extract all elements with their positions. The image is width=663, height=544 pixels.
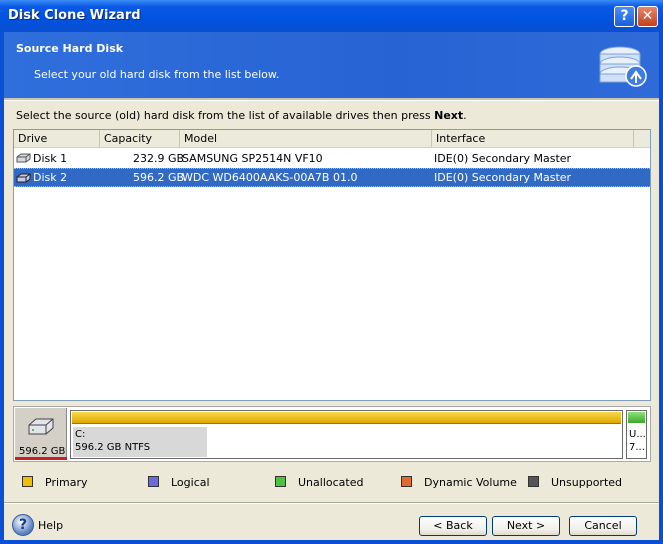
unallocated-partition[interactable]: U... 7... xyxy=(626,410,647,459)
drive-cell: Disk 2 xyxy=(33,171,68,184)
disk-map-panel: 596.2 GB C: 596.2 GB NTFS U... 7... xyxy=(13,406,651,462)
back-button[interactable]: < Back xyxy=(419,516,487,536)
model-cell: SAMSUNG SP2514N VF10 xyxy=(182,152,323,165)
interface-cell: IDE(0) Secondary Master xyxy=(434,152,572,165)
instruction-text: Select the source (old) hard disk from t… xyxy=(16,109,467,122)
primary-swatch xyxy=(22,476,33,487)
disk-summary[interactable]: 596.2 GB xyxy=(15,408,67,460)
title-close-button[interactable]: ✕ xyxy=(637,6,658,27)
interface-cell: IDE(0) Secondary Master xyxy=(434,171,572,184)
footer-divider xyxy=(4,502,659,504)
partition-letter: C: xyxy=(75,429,86,440)
window-title: Disk Clone Wizard xyxy=(8,8,141,23)
hard-disk-icon xyxy=(28,418,54,435)
column-drive[interactable]: Drive xyxy=(14,130,100,147)
unallocated-bar xyxy=(628,412,645,423)
unallocated-size: 7... xyxy=(629,442,645,453)
help-icon: ? xyxy=(12,514,34,536)
header-subtitle: Select your old hard disk from the list … xyxy=(34,68,280,81)
drive-cell: Disk 1 xyxy=(33,152,68,165)
model-cell: WDC WD6400AAKS-00A7B 01.0 xyxy=(182,171,358,184)
partition-c[interactable]: C: 596.2 GB NTFS xyxy=(70,410,623,459)
disk-size-label: 596.2 GB xyxy=(19,446,66,457)
title-help-button[interactable]: ? xyxy=(614,6,635,27)
primary-partition-bar xyxy=(72,412,621,424)
column-interface[interactable]: Interface xyxy=(432,130,634,147)
header-title: Source Hard Disk xyxy=(16,42,124,55)
unallocated-label: U... xyxy=(629,429,646,440)
help-label: Help xyxy=(38,519,64,532)
hard-disk-icon xyxy=(16,153,31,163)
capacity-cell: 232.9 GB xyxy=(133,152,185,165)
hard-disk-icon xyxy=(16,173,31,183)
unsupported-swatch xyxy=(528,476,539,487)
wizard-header: Source Hard Disk Select your old hard di… xyxy=(4,32,659,98)
instruction-emphasis: Next xyxy=(434,109,464,122)
wizard-client-area: Source Hard Disk Select your old hard di… xyxy=(4,32,659,540)
disk-clone-wizard-window: Disk Clone Wizard ? ✕ Source Hard Disk S… xyxy=(0,0,663,544)
drive-list-header: Drive Capacity Model Interface xyxy=(14,130,650,148)
disk-clone-icon xyxy=(599,46,647,87)
table-row-selected[interactable]: Disk 2 596.2 GB WDC WD6400AAKS-00A7B 01.… xyxy=(14,168,650,187)
title-bar: Disk Clone Wizard ? ✕ xyxy=(0,0,663,32)
unallocated-swatch xyxy=(275,476,286,487)
dynamic-volume-swatch xyxy=(401,476,412,487)
column-model[interactable]: Model xyxy=(180,130,432,147)
partition-info: 596.2 GB NTFS xyxy=(75,442,151,453)
logical-swatch xyxy=(148,476,159,487)
next-button[interactable]: Next > xyxy=(492,516,560,536)
capacity-cell: 596.2 GB xyxy=(133,171,185,184)
column-capacity[interactable]: Capacity xyxy=(100,130,180,147)
drive-list[interactable]: Drive Capacity Model Interface Disk 1 23… xyxy=(13,129,651,401)
cancel-button[interactable]: Cancel xyxy=(569,516,637,536)
disk-indicator-bar xyxy=(15,457,67,460)
header-divider xyxy=(4,98,659,101)
table-row[interactable]: Disk 1 232.9 GB SAMSUNG SP2514N VF10 IDE… xyxy=(14,149,650,168)
